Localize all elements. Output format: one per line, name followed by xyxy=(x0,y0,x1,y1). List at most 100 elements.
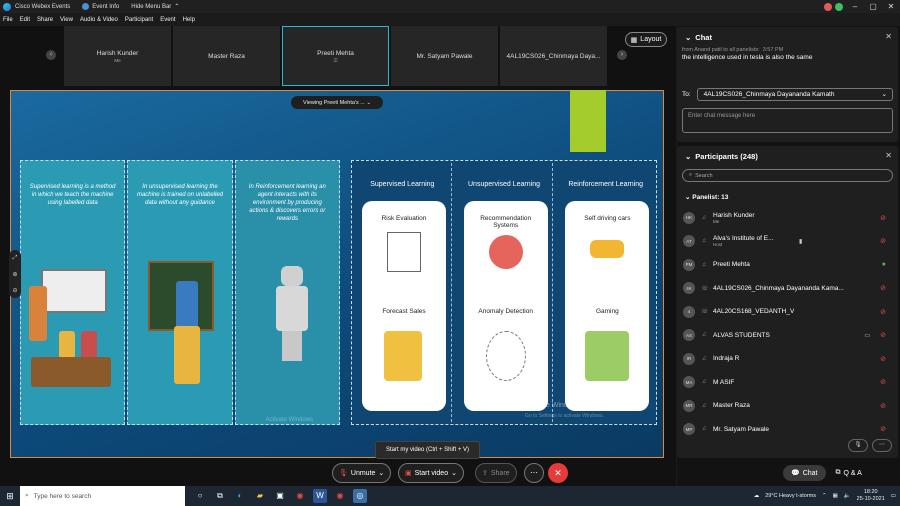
mic-muted-icon[interactable]: ⊘ xyxy=(880,214,886,222)
taskbar-search-input[interactable]: ⌕ Type here to search xyxy=(20,486,185,506)
participants-panel: ⌄ Participants (248) ✕ ⌕ Search ⌄ Panelist:… xyxy=(677,146,898,458)
mute-all-button[interactable]: 🎙 xyxy=(848,439,868,452)
mic-muted-icon[interactable]: ⊘ xyxy=(880,331,886,339)
chat-input[interactable]: Enter chat message here xyxy=(682,108,893,133)
mic-muted-icon[interactable]: ⊘ xyxy=(880,355,886,363)
participant-row[interactable]: MR ♫ Master Raza ⊘ xyxy=(683,394,892,418)
example-card: Self driving cars Gaming xyxy=(565,201,650,411)
share-icon: ⇪ xyxy=(482,470,488,477)
start-video-button[interactable]: ▣ Start video ⌄ xyxy=(398,463,464,483)
tray-expand-icon[interactable]: ⌃ xyxy=(822,493,827,499)
viewing-dropdown[interactable]: Viewing Preeti Mehta's ... ⌄ xyxy=(291,96,383,109)
reinforcement-examples: Reinforcement Learning Self driving cars… xyxy=(557,163,654,422)
fit-icon[interactable]: ⤢ xyxy=(13,255,18,262)
video-thumbnail[interactable]: Harish Kunder Me xyxy=(64,26,171,86)
mic-muted-icon[interactable]: ⊘ xyxy=(880,308,886,316)
participant-row[interactable]: AT ♫ Alva's Institute of E... Host ▮ ⊘ xyxy=(683,230,892,254)
participant-row[interactable]: 4K ☏ 4AL19CS026_Chinmaya Dayananda Kama...… xyxy=(683,277,892,301)
side-panel-toggles: 💬 Chat ⧉ Q & A xyxy=(783,465,862,481)
event-info-button[interactable]: Event Info xyxy=(82,3,119,10)
mic-muted-icon[interactable]: ⊘ xyxy=(880,378,886,386)
avatar: PM xyxy=(683,258,695,271)
notification-icon[interactable]: ▭ xyxy=(891,493,896,499)
network-icon[interactable]: ▦ xyxy=(833,493,838,499)
participant-row[interactable]: PM ♫ Preeti Mehta ● xyxy=(683,253,892,277)
mic-active-icon[interactable]: ● xyxy=(882,261,886,268)
word-icon[interactable]: W xyxy=(313,489,327,503)
task-view-icon[interactable]: ⧉ xyxy=(213,489,227,503)
menu-view[interactable]: View xyxy=(60,17,73,23)
menu-edit[interactable]: Edit xyxy=(20,17,30,23)
mic-muted-icon[interactable]: ⊘ xyxy=(880,237,886,245)
chrome-icon[interactable]: ◉ xyxy=(293,489,307,503)
menu-audio-video[interactable]: Audio & Video xyxy=(80,17,118,23)
more-participant-options-button[interactable]: ⋯ xyxy=(872,439,892,452)
menu-participant[interactable]: Participant xyxy=(125,17,153,23)
close-icon[interactable]: ✕ xyxy=(885,151,892,160)
webex-logo-icon xyxy=(3,2,11,11)
mic-muted-icon[interactable]: ⊘ xyxy=(880,402,886,410)
chat-toggle-button[interactable]: 💬 Chat xyxy=(783,465,826,481)
cortana-icon[interactable]: ○ xyxy=(193,489,207,503)
participant-row[interactable]: AS ♫ ALVAS STUDENTS ▭ ⊘ xyxy=(683,324,892,348)
maximize-button[interactable]: ▢ xyxy=(864,2,882,11)
thumb-next-button[interactable]: › xyxy=(617,50,627,60)
layout-button[interactable]: ▦ Layout xyxy=(625,32,667,47)
menu-share[interactable]: Share xyxy=(37,17,53,23)
participant-footer: 🎙 ⋯ xyxy=(848,439,892,452)
panelist-section-header[interactable]: ⌄ Panelist: 13 xyxy=(685,193,728,201)
car-icon xyxy=(590,240,625,258)
end-call-button[interactable]: ✕ xyxy=(548,463,568,483)
volume-icon[interactable]: 🔈 xyxy=(844,493,851,499)
chat-message: from Anand patil to all panelists: 3:57 … xyxy=(682,47,813,62)
video-thumbnail[interactable]: Mr. Satyam Pawale xyxy=(391,26,498,86)
chevron-down-icon[interactable]: ⌄ xyxy=(685,152,691,161)
close-icon[interactable]: ✕ xyxy=(885,32,892,41)
participant-row[interactable]: HK ♫ Harish Kunder Me ⊘ xyxy=(683,206,892,230)
minimize-button[interactable]: – xyxy=(846,2,864,11)
close-window-button[interactable]: ✕ xyxy=(882,2,900,11)
menu-help[interactable]: Help xyxy=(183,17,195,23)
video-thumbnail[interactable]: Master Raza xyxy=(173,26,280,86)
zoom-in-icon[interactable]: ⊕ xyxy=(12,271,17,278)
edge-icon[interactable]: ◐ xyxy=(233,489,247,503)
mic-muted-icon[interactable]: ⊘ xyxy=(880,425,886,433)
participant-row[interactable]: MA ♫ M ASIF ⊘ xyxy=(683,371,892,395)
participant-row[interactable]: 4 ☏ 4AL20CS168_VEDANTH_V ⊘ xyxy=(683,300,892,324)
hide-menu-bar-button[interactable]: Hide Menu Bar ⌃ xyxy=(131,3,179,11)
reinforcement-column: In Reinforcement learning an agent inter… xyxy=(234,160,340,425)
menu-event[interactable]: Event xyxy=(160,17,175,23)
unmute-button[interactable]: 🎙 Unmute ⌄ xyxy=(332,463,392,483)
headset-icon: ♫ xyxy=(701,238,707,245)
participant-row[interactable]: IR ♫ Indraja R ⊘ xyxy=(683,347,892,371)
supervised-column: Supervised learning is a method in which… xyxy=(20,160,126,425)
participant-search-input[interactable]: ⌕ Search xyxy=(682,169,893,182)
screen-share-icon: ⎚ xyxy=(333,57,338,63)
participant-row[interactable]: MP ♫ Mr. Satyam Pawale ⊘ xyxy=(683,418,892,442)
recommendation-icon xyxy=(488,235,523,269)
more-options-button[interactable]: ⋯ xyxy=(524,463,544,483)
qa-toggle-button[interactable]: ⧉ Q & A xyxy=(836,469,862,477)
mic-muted-icon[interactable]: ⊘ xyxy=(880,284,886,292)
zoom-out-icon[interactable]: ⊖ xyxy=(12,287,17,294)
chrome-icon[interactable]: ◉ xyxy=(333,489,347,503)
video-thumbnail-active[interactable]: Preeti Mehta ⎚ xyxy=(282,26,389,86)
chevron-down-icon[interactable]: ⌄ xyxy=(451,469,457,477)
clock[interactable]: 18:20 25-10-2021 xyxy=(857,489,885,502)
chat-panel: ⌄ Chat ✕ from Anand patil to all panelists… xyxy=(677,27,898,142)
recipient-dropdown[interactable]: 4AL19CS026_Chinmaya Dayananda Kamath ⌄ xyxy=(696,87,893,101)
file-explorer-icon[interactable]: ▰ xyxy=(253,489,267,503)
windows-start-icon[interactable]: ⊞ xyxy=(0,486,20,506)
webex-taskbar-icon[interactable]: ◎ xyxy=(353,489,367,503)
avatar[interactable] xyxy=(835,2,843,11)
video-thumbnail[interactable]: 4AL19CS026_Chinmaya Daya... xyxy=(500,26,607,86)
thumb-prev-button[interactable]: ‹ xyxy=(46,50,56,60)
store-icon[interactable]: ▣ xyxy=(273,489,287,503)
chevron-down-icon[interactable]: ⌄ xyxy=(378,469,384,477)
anomaly-icon xyxy=(485,331,526,381)
chat-icon: 💬 xyxy=(791,470,800,477)
title-bar: Cisco Webex Events Event Info Hide Menu … xyxy=(0,0,900,13)
share-button[interactable]: ⇪ Share xyxy=(475,463,517,483)
avatar: AT xyxy=(683,235,695,248)
menu-file[interactable]: File xyxy=(3,17,13,23)
